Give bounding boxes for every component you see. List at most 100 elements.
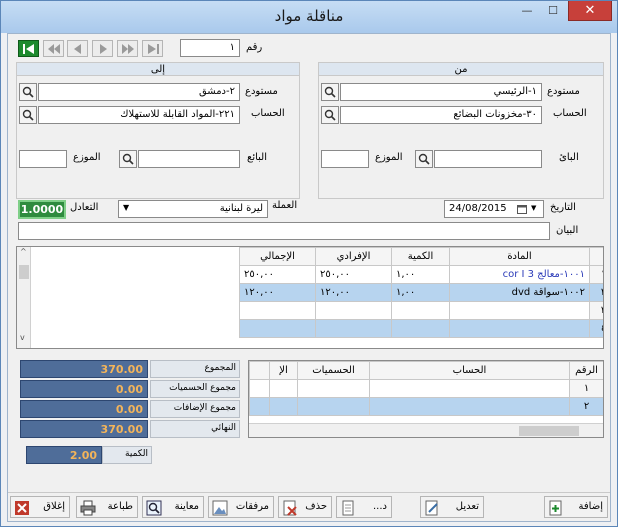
row-material[interactable] xyxy=(449,301,590,320)
close-button[interactable]: إغلاق xyxy=(10,496,70,518)
date-picker[interactable]: 24/08/2015 ▼ xyxy=(444,200,544,218)
from-warehouse-input[interactable]: ١-الرئيسي xyxy=(340,83,542,101)
to-account-label: الحساب xyxy=(251,108,285,119)
table-row[interactable]: ٤ xyxy=(239,319,603,338)
to-account-lookup-button[interactable] xyxy=(19,106,37,124)
bottom-toolbar: إغلاق طباعة معاينة مرفقات حذف د... تعديل… xyxy=(8,492,610,521)
accounts-grid-hscrollbar[interactable] xyxy=(249,423,603,437)
sum-label: المجموع xyxy=(150,360,240,378)
preview-icon xyxy=(146,500,162,516)
notes-input[interactable] xyxy=(18,222,550,240)
delete-button-label: حذف xyxy=(305,501,327,512)
table-row[interactable]: ٢ xyxy=(249,397,603,416)
currency-select[interactable]: ▼ ليرة لبنانية xyxy=(118,200,268,218)
accounts-col-discounts[interactable]: الحسميات xyxy=(297,361,370,380)
to-seller-label: البائع xyxy=(247,152,267,163)
chevron-down-icon: ▼ xyxy=(123,203,130,212)
from-account-input[interactable]: ٣٠-مخزونات البضائع xyxy=(340,106,542,124)
to-account-input[interactable]: ٢٢١-المواد القابلة للاستهلاك xyxy=(38,106,240,124)
row-material[interactable]: ١٠٠١-معالج cor I 3 xyxy=(449,265,590,284)
from-seller-input[interactable] xyxy=(434,150,542,168)
add-button-label: إضافة xyxy=(578,501,603,512)
accounts-col-account[interactable]: الحساب xyxy=(369,361,570,380)
prev-record-button[interactable] xyxy=(67,40,88,57)
add-button[interactable]: إضافة xyxy=(544,496,608,518)
row-qty[interactable] xyxy=(391,319,450,338)
attachments-button[interactable]: مرفقات xyxy=(208,496,274,518)
row-total[interactable]: ١٢٠,٠٠ xyxy=(239,283,316,302)
row-discount[interactable] xyxy=(297,379,370,398)
first-record-icon xyxy=(23,44,34,54)
to-seller-input[interactable] xyxy=(138,150,240,168)
to-seller-lookup-button[interactable] xyxy=(119,150,137,168)
row-total[interactable] xyxy=(239,301,316,320)
row-discount[interactable] xyxy=(297,397,370,416)
row-addition[interactable] xyxy=(269,397,298,416)
record-number-input[interactable]: ١ xyxy=(180,39,240,57)
to-warehouse-input[interactable]: ٢-دمشق xyxy=(38,83,240,101)
row-account[interactable] xyxy=(369,379,570,398)
row-spacer xyxy=(249,379,270,398)
delete-button[interactable]: حذف xyxy=(278,496,332,518)
row-qty[interactable] xyxy=(391,301,450,320)
items-col-total[interactable]: الإجمالي xyxy=(239,247,316,266)
final-label: النهائي xyxy=(150,420,240,438)
items-grid-scrollbar[interactable]: ^ v xyxy=(17,247,31,348)
table-row[interactable]: ٢ ١٠٠٢-سواقة dvd ١,٠٠ ١٢٠,٠٠ ١٢٠,٠٠ xyxy=(239,283,603,302)
preview-button[interactable]: معاينة xyxy=(142,496,204,518)
row-account[interactable] xyxy=(369,397,570,416)
row-index: ٢ xyxy=(569,397,603,416)
exchange-rate-field[interactable]: 1.0000 xyxy=(18,200,66,219)
to-distributor-input[interactable] xyxy=(19,150,67,168)
chevron-up-icon: ^ xyxy=(20,247,27,256)
accounts-col-additions[interactable]: الإ xyxy=(269,361,298,380)
row-unit[interactable] xyxy=(315,301,392,320)
additions-value: 0.00 xyxy=(20,400,148,418)
table-row[interactable]: ١ ١٠٠١-معالج cor I 3 ١,٠٠ ٢٥٠,٠٠ ٢٥٠,٠٠ xyxy=(239,265,603,284)
edit-icon xyxy=(425,500,438,516)
row-index: ٣ xyxy=(589,301,603,320)
row-unit[interactable] xyxy=(315,319,392,338)
maximize-button[interactable]: ☐ xyxy=(541,3,565,19)
search-icon xyxy=(324,109,336,121)
close-button-label: إغلاق xyxy=(43,501,65,512)
scroll-thumb[interactable] xyxy=(519,426,579,436)
items-col-qty[interactable]: الكمية xyxy=(391,247,450,266)
to-group-header: إلى xyxy=(17,63,299,76)
accounts-col-number[interactable]: الرقم xyxy=(569,361,603,380)
edit-button[interactable]: تعديل xyxy=(420,496,484,518)
row-total[interactable]: ٢٥٠,٠٠ xyxy=(239,265,316,284)
from-seller-lookup-button[interactable] xyxy=(415,150,433,168)
first-record-button[interactable] xyxy=(18,40,39,57)
next-record-button[interactable] xyxy=(92,40,113,57)
minimize-button[interactable]: — xyxy=(515,3,539,19)
last-record-button[interactable] xyxy=(142,40,163,57)
next-page-button[interactable] xyxy=(117,40,138,57)
to-warehouse-lookup-button[interactable] xyxy=(19,83,37,101)
row-unit[interactable]: ١٢٠,٠٠ xyxy=(315,283,392,302)
from-warehouse-lookup-button[interactable] xyxy=(321,83,339,101)
prev-page-button[interactable] xyxy=(43,40,64,57)
from-account-lookup-button[interactable] xyxy=(321,106,339,124)
new-button[interactable]: د... xyxy=(336,496,392,518)
row-addition[interactable] xyxy=(269,379,298,398)
items-col-unit[interactable]: الإفرادي xyxy=(315,247,392,266)
from-group: من ١-الرئيسي مستودع ٣٠-مخزونات البضائع ا… xyxy=(318,62,604,199)
close-window-button[interactable]: ✕ xyxy=(568,1,612,21)
close-icon xyxy=(15,501,29,515)
row-unit[interactable]: ٢٥٠,٠٠ xyxy=(315,265,392,284)
row-material[interactable] xyxy=(449,319,590,338)
table-row[interactable]: ١ xyxy=(249,379,603,398)
from-distributor-input[interactable] xyxy=(321,150,369,168)
search-icon xyxy=(418,153,430,165)
scroll-thumb[interactable] xyxy=(19,265,29,279)
row-qty[interactable]: ١,٠٠ xyxy=(391,265,450,284)
row-qty[interactable]: ١,٠٠ xyxy=(391,283,450,302)
row-total[interactable] xyxy=(239,319,316,338)
table-row[interactable]: ٣ xyxy=(239,301,603,320)
print-button[interactable]: طباعة xyxy=(76,496,138,518)
from-seller-label: البائ xyxy=(559,152,579,163)
row-material[interactable]: ١٠٠٢-سواقة dvd xyxy=(449,283,590,302)
search-icon xyxy=(122,153,134,165)
items-col-material[interactable]: المادة xyxy=(449,247,590,266)
